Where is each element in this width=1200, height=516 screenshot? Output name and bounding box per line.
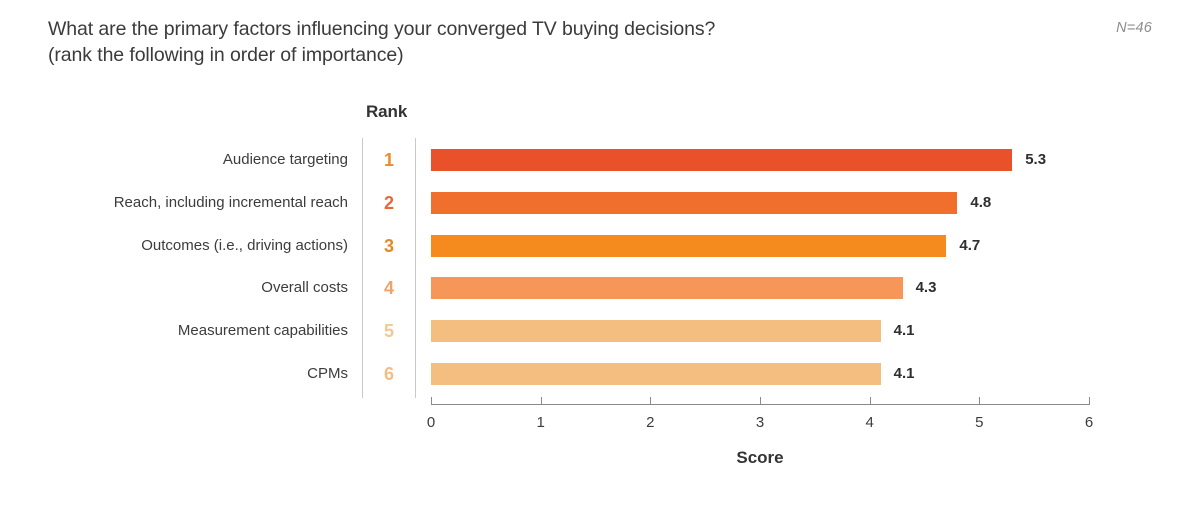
category-label: CPMs	[307, 365, 348, 382]
x-axis-tick	[431, 397, 432, 405]
rank-number: 3	[383, 235, 394, 256]
category-label: Overall costs	[261, 279, 348, 297]
category-label: Measurement capabilities	[177, 322, 348, 340]
x-axis-title: Score	[736, 448, 784, 467]
x-axis-tick	[540, 397, 542, 405]
rank-number: 4	[383, 278, 394, 299]
bar	[431, 363, 881, 385]
category-label: Outcomes (i.e., driving actions)	[141, 236, 348, 254]
rank-column-header: Rank	[366, 102, 408, 121]
category-label: Reach, including incremental reach	[113, 193, 348, 211]
x-axis-tick-label: 5	[975, 414, 984, 431]
bar-value-label: 4.1	[893, 365, 915, 382]
rank-number: 1	[383, 150, 394, 170]
bar	[431, 191, 958, 214]
bar-value-label: 4.1	[893, 322, 915, 340]
x-axis-tick-label: 1	[536, 414, 545, 431]
x-axis-tick	[650, 397, 652, 405]
rank-number: 2	[383, 192, 394, 213]
bar-value-label: 5.3	[1025, 151, 1047, 168]
x-axis-tick	[760, 397, 761, 405]
bar-chart: Rank Audience targeting 1 5.3 Reach, includ…	[0, 0, 1200, 516]
bar-value-label: 4.7	[959, 236, 981, 254]
bar	[431, 320, 881, 343]
bar-value-label: 4.3	[915, 279, 937, 297]
bar-value-label: 4.8	[970, 193, 992, 211]
bar	[431, 149, 1013, 171]
rank-column-divider-right	[415, 138, 416, 398]
x-axis-tick	[979, 397, 981, 405]
rank-number: 5	[383, 321, 394, 342]
rank-number: 6	[383, 364, 394, 384]
bar	[431, 277, 903, 300]
x-axis-tick-label: 4	[865, 414, 874, 431]
x-axis-tick	[869, 397, 871, 405]
bar	[431, 234, 947, 257]
x-axis-tick-label: 6	[1084, 414, 1094, 431]
x-axis-tick	[1089, 397, 1090, 405]
x-axis-tick-label: 3	[755, 414, 765, 431]
category-label: Audience targeting	[222, 151, 348, 168]
x-axis-tick-label: 2	[646, 414, 655, 431]
x-axis-tick-label: 0	[426, 414, 436, 431]
rank-column-divider-left	[362, 138, 363, 398]
